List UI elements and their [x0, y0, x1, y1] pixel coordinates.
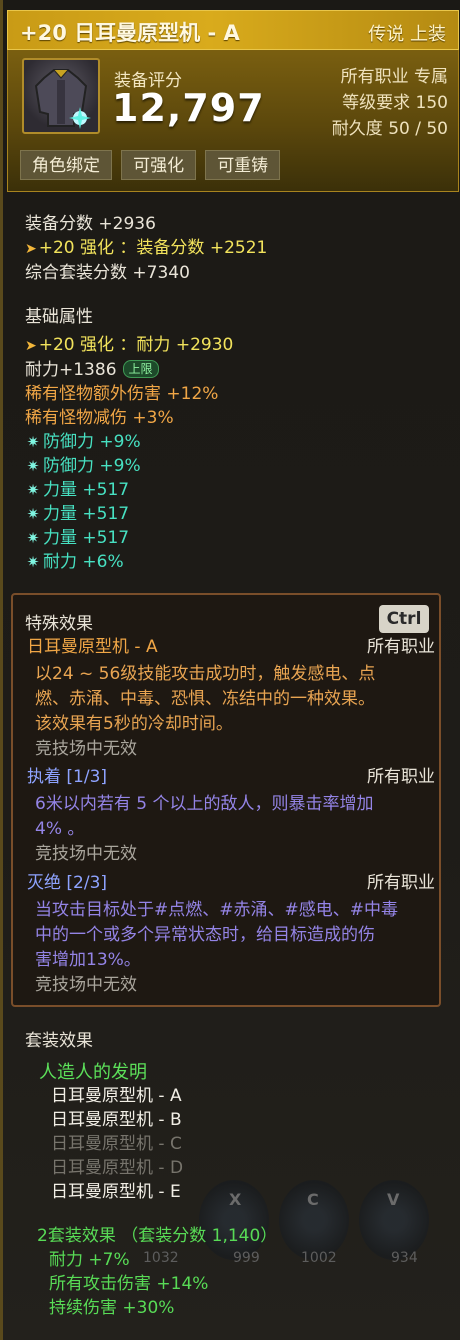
effect-desc: 6米以内若有 5 个以上的敌人，则暴击率增加 4% 。 竞技场中无效: [35, 792, 427, 867]
effect-desc-line: 中的一个或多个异常状态时，给目标造成的伤: [35, 925, 375, 945]
set-bonus-line: 所有攻击伤害 +14%: [49, 1274, 209, 1294]
effect-name: 灭绝 [2/3]: [27, 873, 108, 893]
set-piece-active: 日耳曼原型机 - E: [51, 1182, 181, 1202]
special-title: 特殊效果: [25, 614, 93, 634]
level-requirement: 等级要求 150: [342, 93, 448, 113]
enhance-score-text: +20 强化 ：装备分数 +2521: [38, 238, 268, 258]
effect-name: 执着 [1/3]: [27, 767, 108, 787]
set-piece-list: 日耳曼原型机 - A 日耳曼原型机 - B 日耳曼原型机 - C 日耳曼原型机 …: [51, 1084, 183, 1204]
basic-attributes: 基础属性 ➤ +20 强化 ：耐力 +2930 耐力+1386 上限 稀有怪物额外伤…: [25, 305, 233, 574]
item-grade: 传说 上装: [368, 24, 446, 45]
special-effect: 执着 [1/3] 所有职业 6米以内若有 5 个以上的敌人，则暴击率增加 4% …: [27, 765, 435, 865]
effect-job: 所有职业: [367, 873, 435, 893]
enhance-score-line: ➤ +20 强化 ：装备分数 +2521: [25, 236, 267, 261]
bonus-stat-text: 耐力 +6%: [43, 552, 124, 572]
set-piece-active: 日耳曼原型机 - B: [51, 1110, 182, 1130]
score-value: 12,797: [112, 86, 265, 130]
background-skill-key: C: [307, 1190, 319, 1209]
set-bonus-line: 耐力 +7%: [49, 1250, 130, 1270]
rare-damage-line: 稀有怪物额外伤害 +12%: [25, 384, 219, 404]
sparkle-icon: ✷: [26, 457, 40, 475]
background-skill-key: X: [229, 1190, 242, 1209]
bonus-stat-line: ✷ 力量 +517: [25, 502, 233, 526]
item-meta: 所有职业 专属 等级要求 150 耐久度 50 / 50: [332, 64, 448, 142]
set-piece-inactive: 日耳曼原型机 - D: [51, 1158, 184, 1178]
bonus-stat-text: 力量 +517: [43, 504, 130, 524]
title-bar: +20 日耳曼原型机 - A 传说 上装: [7, 10, 459, 50]
background-skill-key: V: [387, 1190, 400, 1209]
sparkle-icon: ✷: [26, 481, 40, 499]
arrow-icon: ➤: [25, 241, 37, 257]
effect-name: 日耳曼原型机 - A: [27, 637, 158, 657]
special-effect: 日耳曼原型机 - A 所有职业 以24 ~ 56级技能攻击成功时，触发感电、点 …: [27, 635, 435, 759]
bonus-stat-line: ✷ 耐力 +6%: [25, 550, 233, 574]
effect-note: 竞技场中无效: [35, 975, 137, 995]
effect-desc-line: 当攻击目标处于#点燃、#赤涌、#感电、#中毒: [35, 900, 398, 920]
special-effects-panel: 特殊效果 Ctrl 日耳曼原型机 - A 所有职业 以24 ~ 56级技能攻击成…: [11, 593, 441, 1007]
set-bonus-title: 2套装效果 （套装分数 1,140）: [37, 1226, 278, 1246]
sparkle-icon: ✷: [26, 433, 40, 451]
sparkle-icon: ✷: [26, 529, 40, 547]
rare-reduce-line: 稀有怪物减伤 +3%: [25, 408, 174, 428]
set-bonus: 2套装效果 （套装分数 1,140） 耐力 +7% 所有攻击伤害 +14% 持续…: [37, 1224, 277, 1320]
effect-desc: 以24 ~ 56级技能攻击成功时，触发感电、点 燃、赤涌、中毒、恐惧、冻结中的一…: [35, 662, 427, 762]
set-piece-active: 日耳曼原型机 - A: [51, 1086, 182, 1106]
item-tooltip: +20 日耳曼原型机 - A 传说 上装 装备评分 12,797 所有职业 专属…: [0, 0, 460, 1340]
special-effect: 灭绝 [2/3] 所有职业 当攻击目标处于#点燃、#赤涌、#感电、#中毒 中的一…: [27, 871, 435, 995]
tag-enhanceable: 可强化: [121, 150, 197, 180]
effect-desc-line: 害增加13%。: [35, 950, 141, 970]
background-skill-count: 934: [391, 1250, 418, 1266]
sparkle-icon: ✷: [26, 505, 40, 523]
bonus-stat-line: ✷ 力量 +517: [25, 478, 233, 502]
item-header: 装备评分 12,797 所有职业 专属 等级要求 150 耐久度 50 / 50…: [7, 50, 459, 192]
armor-icon[interactable]: [22, 58, 100, 134]
effect-desc: 当攻击目标处于#点燃、#赤涌、#感电、#中毒 中的一个或多个异常状态时，给目标造…: [35, 898, 427, 998]
set-title: 套装效果: [25, 1031, 93, 1051]
max-badge: 上限: [122, 360, 159, 378]
set-bonus-line: 持续伤害 +30%: [49, 1298, 175, 1318]
enhance-stat-text: +20 强化 ：耐力 +2930: [38, 335, 234, 355]
ctrl-key-hint[interactable]: Ctrl: [379, 605, 429, 633]
set-piece-inactive: 日耳曼原型机 - C: [51, 1134, 182, 1154]
bonus-stat-line: ✷ 力量 +517: [25, 526, 233, 550]
score-section: 装备分数 +2936 ➤ +20 强化 ：装备分数 +2521 综合套装分数 +7…: [25, 212, 267, 285]
job-restriction: 所有职业 专属: [340, 67, 448, 87]
tag-character-bound: 角色绑定: [20, 150, 112, 180]
effect-note: 竞技场中无效: [35, 844, 137, 864]
set-score-line: 综合套装分数 +7340: [25, 263, 190, 283]
effect-job: 所有职业: [367, 767, 435, 787]
equip-score-line: 装备分数 +2936: [25, 214, 156, 234]
bonus-stat-line: ✷ 防御力 +9%: [25, 430, 233, 454]
durability: 耐久度 50 / 50: [331, 119, 448, 139]
effect-desc-line: 6米以内若有 5 个以上的敌人，则暴击率增加: [35, 794, 374, 814]
sparkle-icon: ✷: [26, 553, 40, 571]
bonus-stat-text: 力量 +517: [43, 528, 130, 548]
bonus-stat-text: 防御力 +9%: [43, 456, 141, 476]
tag-row: 角色绑定 可强化 可重铸: [20, 150, 284, 180]
effect-desc-line: 燃、赤涌、中毒、恐惧、冻结中的一种效果。: [35, 689, 375, 709]
effect-note: 竞技场中无效: [35, 739, 137, 759]
item-title: +20 日耳曼原型机 - A: [20, 21, 240, 45]
effect-desc-line: 4% 。: [35, 819, 85, 839]
effect-job: 所有职业: [367, 637, 435, 657]
background-skill-count: 1002: [301, 1250, 337, 1266]
stamina-text: 耐力+1386: [25, 360, 117, 380]
effect-desc-line: 以24 ~ 56级技能攻击成功时，触发感电、点: [35, 664, 376, 684]
set-name: 人造人的发明: [39, 1062, 147, 1083]
bonus-stat-text: 力量 +517: [43, 480, 130, 500]
arrow-icon: ➤: [25, 338, 37, 354]
basic-title: 基础属性: [25, 307, 93, 327]
effect-desc-line: 该效果有5秒的冷却时间。: [35, 714, 233, 734]
bonus-stat-line: ✷ 防御力 +9%: [25, 454, 233, 478]
tag-reforgeable: 可重铸: [205, 150, 281, 180]
bonus-stat-text: 防御力 +9%: [43, 432, 141, 452]
stamina-line: 耐力+1386 上限: [25, 358, 233, 382]
enhance-stat-line: ➤ +20 强化 ：耐力 +2930: [25, 333, 233, 358]
